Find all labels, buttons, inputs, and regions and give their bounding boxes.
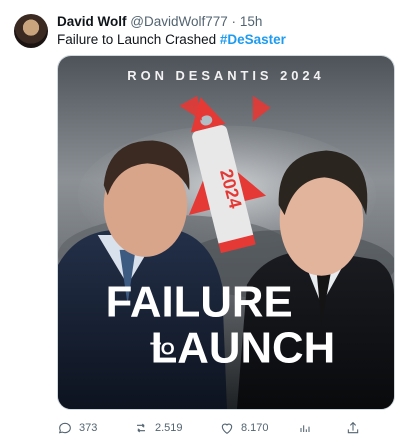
hashtag-link[interactable]: #DeSaster	[220, 32, 286, 47]
avatar[interactable]	[14, 14, 48, 48]
tweet-text: Failure to Launch Crashed #DeSaster	[57, 31, 286, 48]
action-bar: 373 2.519 8.170	[57, 418, 395, 438]
like-icon	[221, 423, 233, 434]
like-button[interactable]: 8.170	[219, 418, 269, 438]
poster-title-failure: FAILURE	[106, 278, 293, 327]
share-icon	[347, 421, 359, 434]
reply-count: 373	[79, 422, 98, 434]
like-count: 8.170	[241, 422, 269, 434]
tweet-media-image[interactable]: RON DESANTIS 2024 2024 FAILURE TO LAUNCH	[57, 55, 395, 410]
user-handle[interactable]: @DavidWolf777	[130, 14, 228, 29]
retweet-count: 2.519	[155, 422, 183, 434]
user-name[interactable]: David Wolf	[57, 14, 127, 29]
separator-dot: ·	[231, 14, 237, 29]
poster-header: RON DESANTIS 2024	[127, 68, 324, 83]
reply-icon	[58, 422, 71, 434]
views-icon	[300, 425, 310, 432]
share-button[interactable]	[345, 418, 361, 438]
poster-image: RON DESANTIS 2024 2024 FAILURE TO LAUNCH	[58, 56, 394, 409]
views-button[interactable]	[297, 418, 313, 438]
retweet-icon	[137, 423, 145, 433]
tweet-card[interactable]: David Wolf @DavidWolf777 · 15h Failure t…	[0, 0, 420, 443]
tweet-text-body: Failure to Launch Crashed	[57, 32, 220, 47]
tweet-time[interactable]: 15h	[240, 14, 263, 29]
reply-button[interactable]: 373	[57, 418, 97, 438]
poster-title-launch: LAUNCH	[151, 323, 336, 372]
retweet-button[interactable]: 2.519	[133, 418, 183, 438]
tweet-header: David Wolf @DavidWolf777 · 15h	[57, 13, 262, 30]
